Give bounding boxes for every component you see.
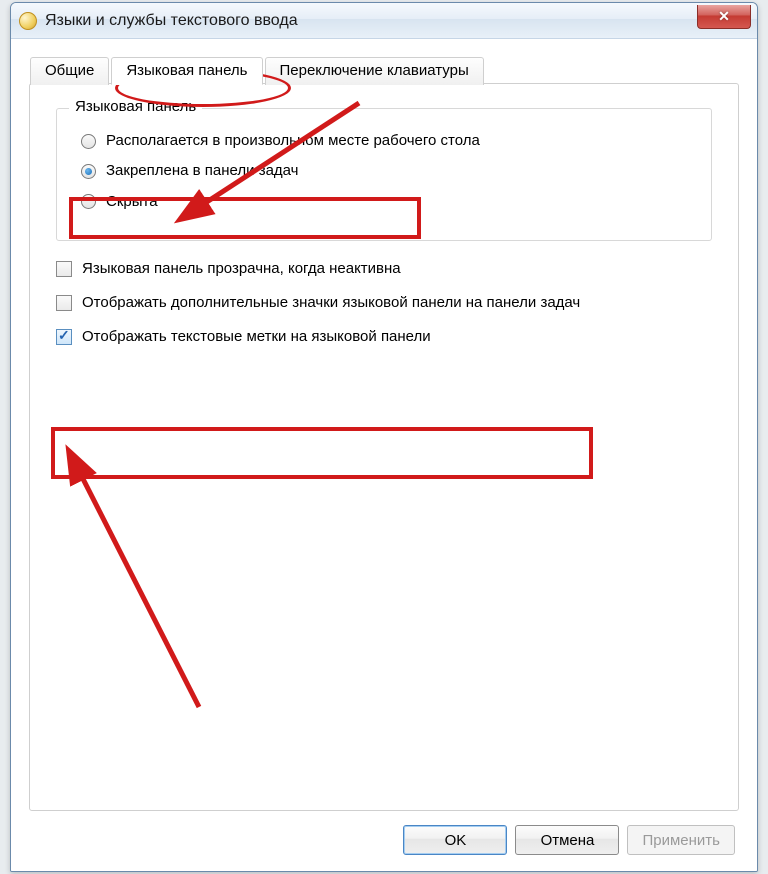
tab-strip: Общие Языковая панель Переключение клави… [30,56,486,84]
radio-docked[interactable] [81,164,96,179]
tab-key-switching[interactable]: Переключение клавиатуры [265,57,484,85]
tab-panel: Общие Языковая панель Переключение клави… [29,83,739,811]
check-row-transparent: Языковая панель прозрачна, когда неактив… [56,259,712,279]
check-row-extra-icons: Отображать дополнительные значки языково… [56,293,712,313]
tab-general[interactable]: Общие [30,57,109,85]
radio-row-hidden: Скрыта [81,192,695,212]
tab-language-bar[interactable]: Языковая панель [111,57,262,85]
apply-button[interactable]: Применить [627,825,735,855]
check-transparent-label[interactable]: Языковая панель прозрачна, когда неактив… [82,259,401,279]
window-title: Языки и службы текстового ввода [45,12,298,30]
ok-button[interactable]: OK [403,825,507,855]
close-button[interactable]: ✕ [697,5,751,29]
check-extra-icons-label[interactable]: Отображать дополнительные значки языково… [82,293,580,313]
radio-row-floating: Располагается в произвольном месте рабоч… [81,131,695,151]
check-text-labels-label[interactable]: Отображать текстовые метки на языковой п… [82,327,431,347]
check-row-text-labels: Отображать текстовые метки на языковой п… [56,327,712,347]
app-icon [19,12,37,30]
check-extra-icons[interactable] [56,295,72,311]
language-bar-group: Языковая панель Располагается в произвол… [56,108,712,241]
radio-floating-label[interactable]: Располагается в произвольном месте рабоч… [106,131,480,151]
close-icon: ✕ [718,8,730,25]
dialog-buttons: OK Отмена Применить [29,811,739,859]
check-transparent[interactable] [56,261,72,277]
titlebar: Языки и службы текстового ввода ✕ [11,3,757,39]
group-title: Языковая панель [69,98,202,115]
check-text-labels[interactable] [56,329,72,345]
dialog-content: Общие Языковая панель Переключение клави… [11,39,757,871]
radio-hidden-label[interactable]: Скрыта [106,192,158,212]
cancel-button[interactable]: Отмена [515,825,619,855]
dialog-window: Языки и службы текстового ввода ✕ Общие … [10,2,758,872]
radio-row-docked: Закреплена в панели задач [81,161,695,181]
radio-hidden[interactable] [81,194,96,209]
radio-floating[interactable] [81,134,96,149]
radio-docked-label[interactable]: Закреплена в панели задач [106,161,299,181]
